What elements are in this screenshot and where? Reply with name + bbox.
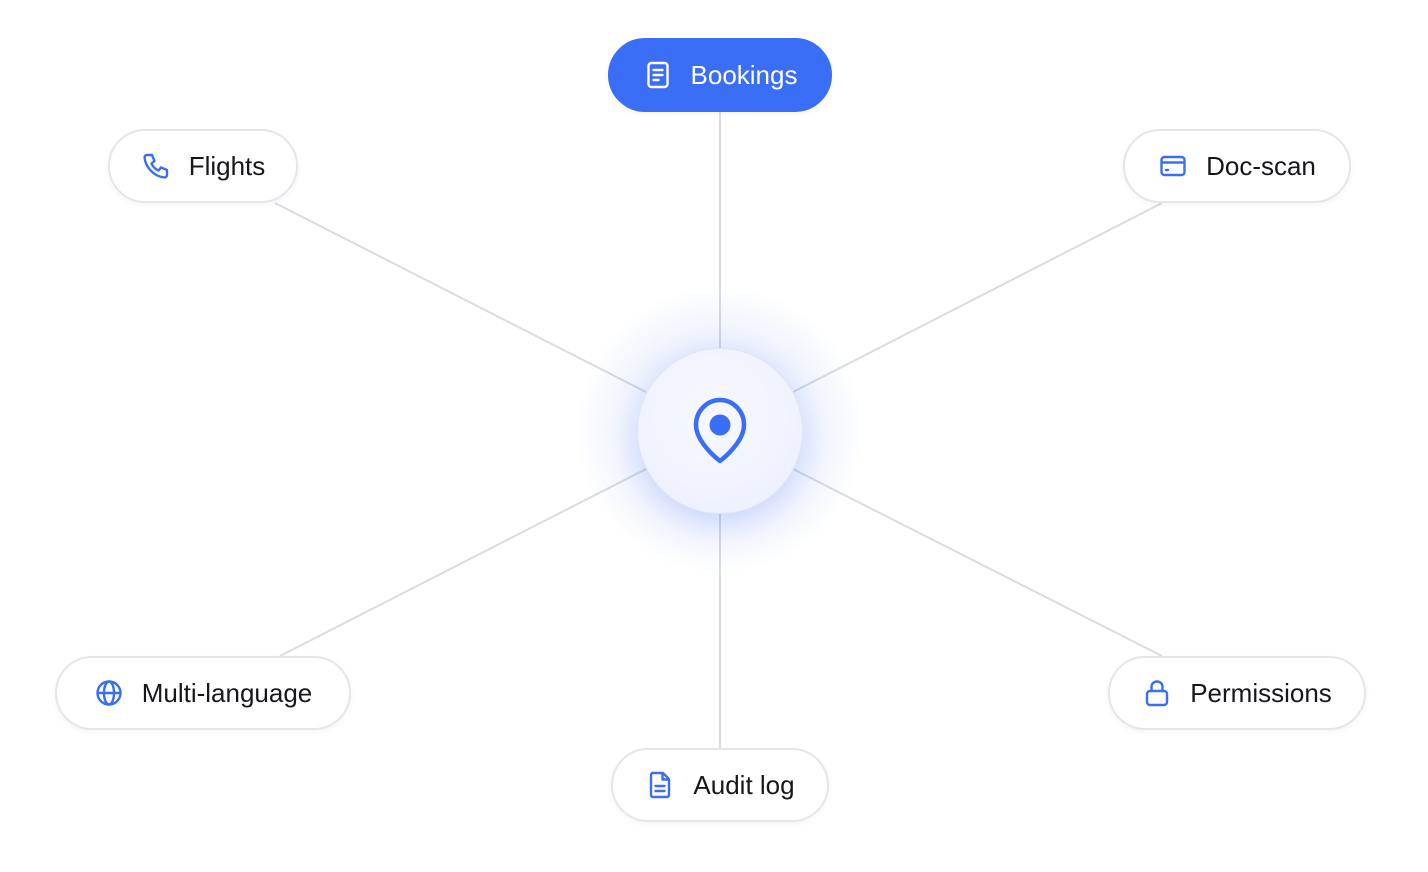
node-label: Multi-language xyxy=(141,677,313,708)
node-label: Permissions xyxy=(1190,677,1332,708)
node-audit-log[interactable]: Audit log xyxy=(611,748,829,822)
node-label: Flights xyxy=(188,150,266,181)
node-label: Bookings xyxy=(690,59,798,90)
node-doc-scan[interactable]: Doc-scan xyxy=(1123,129,1351,203)
lock-icon xyxy=(1142,678,1172,708)
node-flights[interactable]: Flights xyxy=(108,129,298,203)
card-icon xyxy=(1158,151,1188,181)
hub-diagram: Bookings Flights Doc-scan Multi-language… xyxy=(0,0,1428,872)
globe-icon xyxy=(94,678,124,708)
document-list-icon xyxy=(643,60,673,90)
phone-icon xyxy=(141,151,171,181)
hub-node[interactable] xyxy=(637,348,803,514)
node-multi-language[interactable]: Multi-language xyxy=(55,656,351,730)
node-label: Audit log xyxy=(693,769,795,800)
node-permissions[interactable]: Permissions xyxy=(1108,656,1366,730)
file-text-icon xyxy=(645,770,675,800)
map-pin-icon xyxy=(693,397,747,464)
node-bookings[interactable]: Bookings xyxy=(608,38,832,112)
node-label: Doc-scan xyxy=(1206,150,1316,181)
